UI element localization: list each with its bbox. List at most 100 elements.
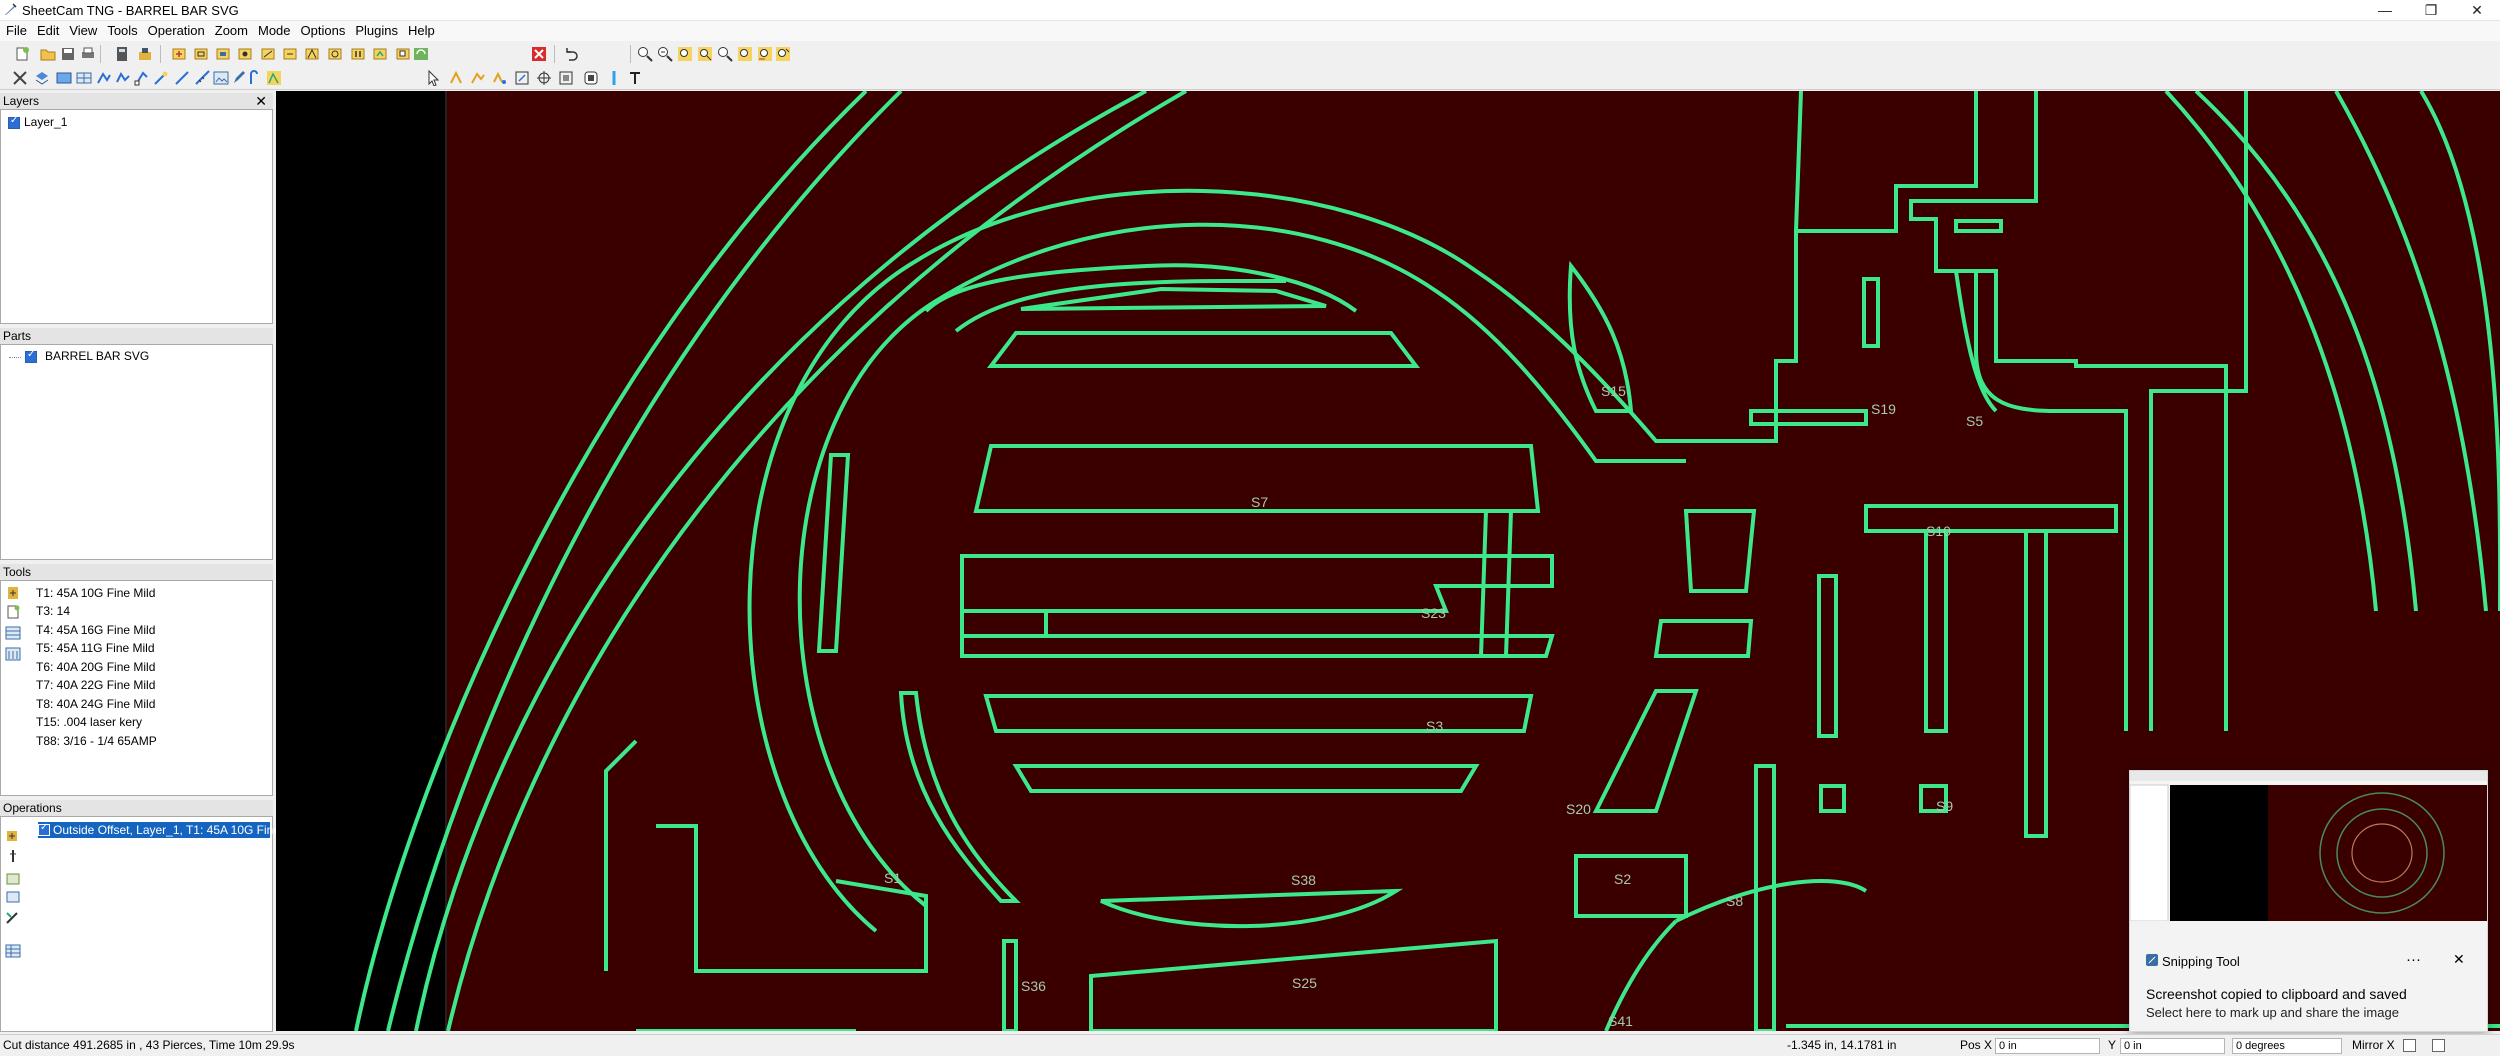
layer-checkbox[interactable]	[8, 115, 20, 129]
rotate-part-icon[interactable]	[558, 70, 574, 86]
add-operation-icon[interactable]	[5, 829, 21, 843]
selected-operation-row[interactable]: Outside Offset, Layer_1, T1: 45A 10G Fin…	[38, 822, 290, 838]
operation-mark-icon[interactable]	[282, 46, 298, 62]
machine-icon[interactable]	[56, 70, 72, 86]
menu-view[interactable]: View	[64, 21, 102, 41]
text-tool-icon[interactable]	[627, 70, 643, 86]
delete-operation-icon[interactable]	[531, 46, 547, 62]
minimize-button[interactable]: —	[2362, 0, 2408, 20]
new-tool-icon[interactable]	[5, 605, 21, 619]
line-draw-icon[interactable]	[96, 70, 112, 86]
zoom-extents-icon[interactable]	[697, 46, 713, 62]
operation-table-icon[interactable]	[5, 944, 21, 958]
start-point-tool-icon[interactable]	[492, 70, 508, 86]
operation-checkbox[interactable]	[38, 822, 50, 836]
pos-x-field[interactable]: 0 in	[1995, 1038, 2100, 1054]
menu-file[interactable]: File	[0, 21, 32, 41]
zoom-previous-icon[interactable]	[737, 46, 753, 62]
new-file-icon[interactable]	[14, 46, 30, 62]
move-crosshair-icon[interactable]	[536, 70, 552, 86]
tool-item[interactable]: T88: 3/16 - 1/4 65AMP	[36, 734, 157, 748]
y-field[interactable]: 0 in	[2120, 1038, 2225, 1054]
operation-outline-side-icon[interactable]	[5, 872, 21, 886]
laser-beam-icon[interactable]	[606, 70, 622, 86]
operation-copy-side-icon[interactable]	[5, 890, 21, 904]
measure-icon[interactable]	[195, 70, 211, 86]
select-cursor-icon[interactable]	[426, 70, 442, 86]
scale-part-icon[interactable]	[583, 70, 599, 86]
operation-rapid-icon[interactable]	[372, 46, 388, 62]
path-edit-icon[interactable]	[134, 70, 150, 86]
part-item[interactable]: BARREL BAR SVG	[45, 349, 149, 363]
toast-close-button[interactable]: ✕	[2453, 951, 2465, 968]
zoom-all-icon[interactable]	[775, 46, 791, 62]
menu-edit[interactable]: Edit	[32, 21, 64, 41]
tool-item[interactable]: T3: 14	[36, 604, 70, 618]
tool-item[interactable]: T15: .004 laser kery	[36, 715, 142, 729]
mirror-y-checkbox[interactable]	[2432, 1039, 2445, 1052]
edit-icon[interactable]	[231, 70, 247, 86]
open-folder-icon[interactable]	[40, 46, 56, 62]
angle-field[interactable]: 0 degrees	[2232, 1038, 2342, 1054]
tool-item[interactable]: T4: 45A 16G Fine Mild	[36, 623, 155, 637]
zoom-in-icon[interactable]	[637, 46, 653, 62]
tool-item[interactable]: T1: 45A 10G Fine Mild	[36, 586, 155, 600]
maximize-button[interactable]: ❐	[2408, 0, 2454, 20]
zoom-part-icon[interactable]	[717, 46, 733, 62]
operation-copy-icon[interactable]	[395, 46, 411, 62]
move-nodes-icon[interactable]	[448, 70, 464, 86]
operation-pocket-icon[interactable]	[215, 46, 231, 62]
operation-drill-side-icon[interactable]	[5, 849, 21, 863]
operation-outline-icon[interactable]	[193, 46, 209, 62]
edit-nodes-icon[interactable]	[470, 70, 486, 86]
lead-in-icon[interactable]	[248, 70, 264, 86]
operation-item[interactable]: Outside Offset, Layer_1, T1: 45A 10G Fin…	[53, 823, 290, 837]
layers-close-icon[interactable]: ✕	[252, 93, 267, 109]
path-draw-icon[interactable]	[115, 70, 131, 86]
tool-list-icon[interactable]	[5, 647, 21, 661]
operation-add-icon[interactable]	[171, 46, 187, 62]
snipping-tool-notification[interactable]: Snipping Tool ··· ✕ Screenshot copied to…	[2129, 770, 2488, 1032]
tool-settings-icon[interactable]	[12, 70, 28, 86]
mirror-x-checkbox[interactable]	[2403, 1039, 2416, 1052]
operation-engrave-icon[interactable]	[260, 46, 276, 62]
zoom-out-icon[interactable]	[657, 46, 673, 62]
tool-item[interactable]: T5: 45A 11G Fine Mild	[36, 641, 155, 655]
menu-plugins[interactable]: Plugins	[350, 21, 403, 41]
close-window-button[interactable]: ✕	[2454, 0, 2500, 20]
calculator-icon[interactable]	[114, 46, 130, 62]
post-processor-icon[interactable]	[137, 46, 153, 62]
menu-zoom[interactable]: Zoom	[210, 21, 253, 41]
operation-drill-icon[interactable]	[237, 46, 253, 62]
menu-tools[interactable]: Tools	[102, 21, 142, 41]
operation-refresh-icon[interactable]	[413, 46, 429, 62]
save-icon[interactable]	[60, 46, 76, 62]
table-icon[interactable]	[76, 70, 92, 86]
tool-table-icon[interactable]	[5, 626, 21, 640]
operation-cut-side-icon[interactable]	[5, 911, 21, 925]
print-icon[interactable]	[80, 46, 96, 62]
line-tool-icon[interactable]	[174, 70, 190, 86]
operation-pause-icon[interactable]	[350, 46, 366, 62]
zoom-window-icon[interactable]	[677, 46, 693, 62]
lead-tool-icon[interactable]	[514, 70, 530, 86]
start-point-icon[interactable]	[266, 70, 282, 86]
tool-item[interactable]: T8: 40A 24G Fine Mild	[36, 697, 155, 711]
menu-help[interactable]: Help	[403, 21, 440, 41]
tool-item[interactable]: T7: 40A 22G Fine Mild	[36, 678, 155, 692]
layer-item[interactable]: Layer_1	[24, 115, 67, 129]
layers-icon[interactable]	[34, 70, 50, 86]
operation-lead-icon[interactable]	[304, 46, 320, 62]
operation-hole-icon[interactable]	[327, 46, 343, 62]
image-icon[interactable]	[213, 70, 229, 86]
tool-item[interactable]: T6: 40A 20G Fine Mild	[36, 660, 155, 674]
menu-options[interactable]: Options	[296, 21, 351, 41]
part-checkbox[interactable]	[25, 349, 37, 363]
undo-icon[interactable]	[563, 46, 579, 62]
menu-mode[interactable]: Mode	[253, 21, 296, 41]
menu-operation[interactable]: Operation	[143, 21, 210, 41]
zoom-selection-icon[interactable]	[757, 46, 773, 62]
node-edit-icon[interactable]	[153, 70, 169, 86]
toast-more-options-button[interactable]: ···	[2406, 951, 2421, 968]
new-plasma-tool-icon[interactable]	[5, 586, 21, 600]
